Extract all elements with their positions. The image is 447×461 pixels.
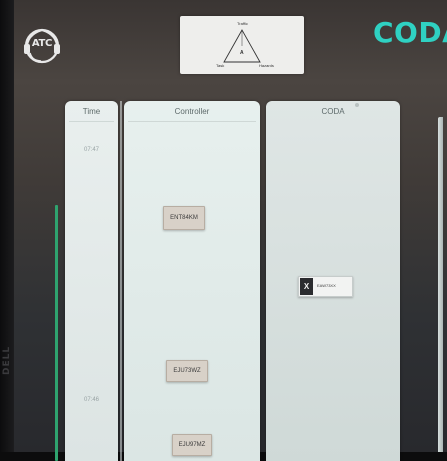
- logo-text: ATC: [31, 38, 53, 49]
- flight-strip-callsign: EJU97MZ: [178, 442, 206, 448]
- time-panel-header: Time: [82, 107, 101, 116]
- coda-status-dot: [355, 103, 359, 107]
- coda-flight-strip[interactable]: X EAW73XX: [298, 276, 353, 297]
- coda-strip-callsign: EAW73XX: [317, 283, 336, 288]
- flight-strip[interactable]: EJU97MZ: [172, 434, 212, 456]
- time-label-0747: 07:47: [83, 147, 99, 153]
- time-panel-divider: [69, 121, 114, 122]
- dell-logo: DELL: [2, 345, 12, 375]
- dismiss-button[interactable]: X: [300, 278, 313, 295]
- app-title: CODA: [373, 16, 447, 49]
- coda-panel-header: CODA: [321, 107, 345, 116]
- time-panel: Time 07:47 07:46: [65, 101, 118, 461]
- controller-panel-divider: [128, 121, 256, 122]
- triangle-top-label: Traffic: [237, 21, 248, 26]
- next-panel-edge: [438, 117, 443, 452]
- flight-strip-callsign: ENT84KM: [170, 215, 198, 221]
- triangle-left-label: Task: [216, 63, 225, 68]
- flight-strip-callsign: EJU73WZ: [173, 368, 201, 374]
- controller-panel: Controller: [124, 101, 260, 461]
- triangle-right-label: Hazards: [259, 63, 274, 68]
- panel-divider: [120, 101, 122, 461]
- controller-panel-header: Controller: [174, 107, 210, 116]
- flight-strip[interactable]: ENT84KM: [163, 206, 205, 230]
- timeline-bar: [55, 205, 58, 461]
- triangle-center-label: A: [240, 50, 244, 56]
- priority-triangle-card[interactable]: Traffic Task Hazards A: [180, 16, 304, 74]
- time-label-0746: 07:46: [83, 397, 99, 403]
- flight-strip[interactable]: EJU73WZ: [166, 360, 208, 382]
- monitor-bezel-left: [0, 0, 14, 461]
